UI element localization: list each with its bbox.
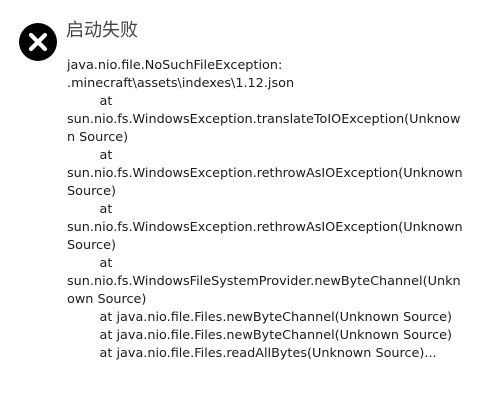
error-x-icon xyxy=(19,23,57,61)
error-dialog: 启动失败 java.nio.file.NoSuchFileException: … xyxy=(0,0,484,415)
dialog-title: 启动失败 xyxy=(66,20,138,41)
error-message: java.nio.file.NoSuchFileException: .mine… xyxy=(67,58,463,361)
